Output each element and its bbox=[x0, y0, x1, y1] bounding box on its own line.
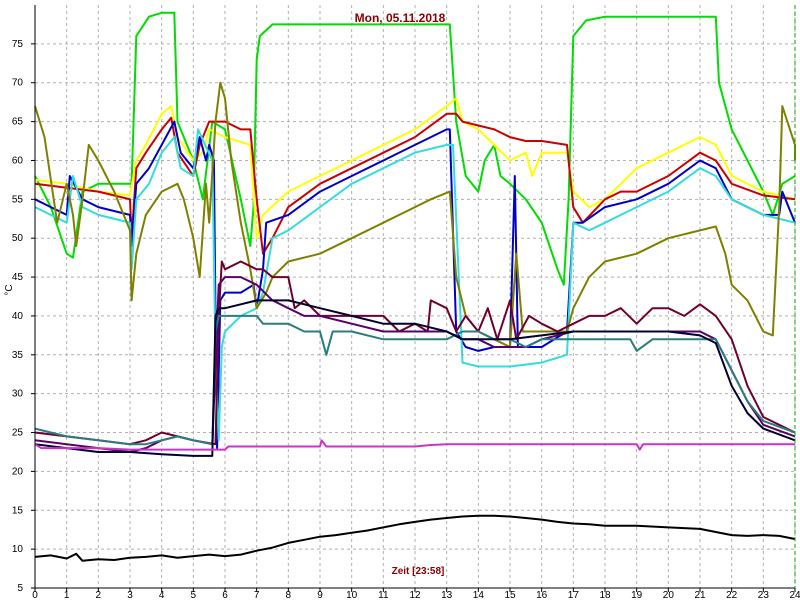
x-tick-label-21: 21 bbox=[694, 590, 706, 600]
x-tick-label-24: 24 bbox=[789, 590, 800, 600]
x-tick-label-4: 4 bbox=[159, 590, 165, 600]
x-tick-label-8: 8 bbox=[286, 590, 292, 600]
y-axis-label: °C bbox=[4, 284, 15, 295]
y-tick-label-9: 50 bbox=[12, 233, 24, 244]
x-tick-label-9: 9 bbox=[317, 590, 323, 600]
x-tick-label-5: 5 bbox=[191, 590, 197, 600]
y-tick-label-6: 35 bbox=[12, 350, 24, 361]
temperature-line-chart: 0 1 2 3 4 5 6 7 8 9 10 11 12 13 14 15 16 17 18 19 20 21 22 23 24… bbox=[0, 0, 800, 600]
y-tick-label-10: 55 bbox=[12, 194, 24, 205]
x-tick-label-20: 20 bbox=[663, 590, 675, 600]
x-tick-label-12: 12 bbox=[409, 590, 421, 600]
x-tick-label-10: 10 bbox=[346, 590, 358, 600]
y-tick-label-5: 30 bbox=[12, 389, 24, 400]
y-tick-label-0: 5 bbox=[17, 583, 23, 594]
x-tick-label-15: 15 bbox=[504, 590, 516, 600]
y-tick-label-13: 70 bbox=[12, 78, 24, 89]
x-tick-label-2: 2 bbox=[96, 590, 102, 600]
y-tick-label-7: 40 bbox=[12, 311, 24, 322]
y-tick-label-3: 20 bbox=[12, 466, 24, 477]
x-tick-label-13: 13 bbox=[441, 590, 453, 600]
x-tick-label-1: 1 bbox=[64, 590, 70, 600]
x-tick-label-23: 23 bbox=[758, 590, 770, 600]
x-tick-label-3: 3 bbox=[127, 590, 133, 600]
x-axis-label: Zeit [23:58] bbox=[392, 566, 445, 577]
x-tick-label-18: 18 bbox=[599, 590, 611, 600]
y-tick-label-11: 60 bbox=[12, 155, 24, 166]
x-tick-label-17: 17 bbox=[568, 590, 580, 600]
chart-title: Mon, 05.11.2018 bbox=[355, 11, 446, 25]
y-tick-label-2: 15 bbox=[12, 505, 24, 516]
y-tick-label-14: 75 bbox=[12, 39, 24, 50]
x-tick-label-16: 16 bbox=[536, 590, 548, 600]
y-tick-label-12: 65 bbox=[12, 117, 24, 128]
y-tick-label-1: 10 bbox=[12, 544, 24, 555]
x-tick-label-6: 6 bbox=[222, 590, 228, 600]
x-tick-label-14: 14 bbox=[473, 590, 485, 600]
y-tick-label-4: 25 bbox=[12, 428, 24, 439]
x-tick-label-0: 0 bbox=[32, 590, 38, 600]
x-tick-label-19: 19 bbox=[631, 590, 643, 600]
y-tick-label-8: 45 bbox=[12, 272, 24, 283]
x-tick-label-11: 11 bbox=[378, 590, 389, 600]
x-tick-label-22: 22 bbox=[726, 590, 738, 600]
x-tick-label-7: 7 bbox=[254, 590, 260, 600]
